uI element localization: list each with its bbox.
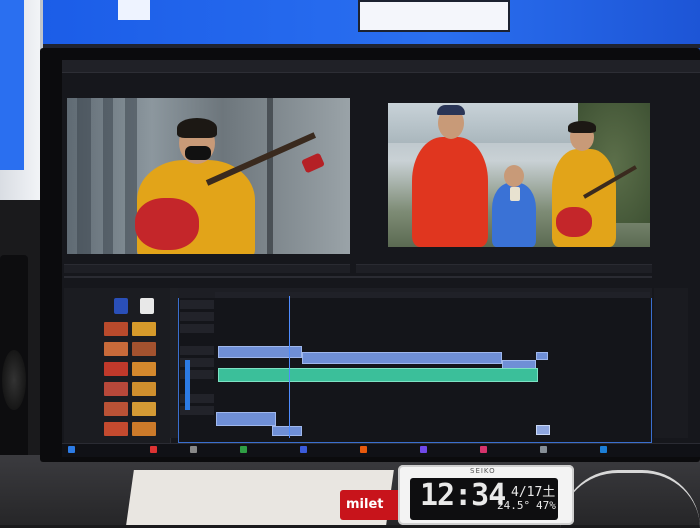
phone-prop [510, 187, 520, 201]
clip-thumbnail[interactable] [104, 342, 128, 356]
clip-marker[interactable] [536, 425, 550, 435]
clock-date: 4/17土 [511, 485, 556, 500]
track-header[interactable] [180, 346, 214, 355]
source-monitor-controls[interactable] [64, 264, 350, 273]
app-icon[interactable] [150, 446, 157, 453]
source-monitor-frame [67, 98, 350, 254]
clip-thumbnail[interactable] [104, 322, 128, 336]
premiere-file-icon[interactable] [114, 298, 128, 314]
app-icon[interactable] [360, 446, 367, 453]
playhead[interactable] [289, 296, 290, 438]
start-icon[interactable] [68, 446, 75, 453]
guitar-neck [205, 132, 317, 186]
video-clip[interactable] [302, 352, 502, 364]
guitar-body [556, 207, 592, 237]
menu-bar[interactable] [62, 60, 700, 73]
track-header[interactable] [180, 312, 214, 321]
audio-meters [654, 288, 688, 438]
panel-divider [64, 276, 652, 278]
video-clip[interactable] [536, 352, 548, 360]
face [504, 165, 524, 187]
clip-thumbnail[interactable] [132, 422, 156, 436]
building-stripe [103, 98, 113, 254]
video-clip[interactable] [216, 412, 276, 426]
clip-thumbnail[interactable] [104, 362, 128, 376]
time-ruler[interactable] [215, 292, 650, 298]
audio-file-icon[interactable] [140, 298, 154, 314]
clip-thumbnail[interactable] [104, 382, 128, 396]
red-box-logo: milet [346, 497, 384, 512]
building-stripe [267, 98, 273, 254]
video-clip[interactable] [272, 426, 302, 436]
app-icon[interactable] [600, 446, 607, 453]
hair [568, 121, 596, 133]
clock-brand: SEIKO [470, 467, 496, 475]
red-jumpsuit [412, 137, 488, 247]
program-monitor-controls[interactable] [356, 264, 652, 273]
speaker-cone [2, 350, 26, 410]
clip-thumbnail[interactable] [132, 362, 156, 376]
cap [437, 105, 465, 115]
guitar-body [135, 198, 199, 250]
track-header[interactable] [180, 324, 214, 333]
clip-thumbnail[interactable] [132, 402, 156, 416]
program-monitor-frame [388, 103, 650, 247]
clip-thumbnail[interactable] [132, 322, 156, 336]
track-header[interactable] [180, 300, 214, 309]
app-icon[interactable] [480, 446, 487, 453]
clip-thumbnail[interactable] [104, 422, 128, 436]
clip-thumbnail[interactable] [132, 382, 156, 396]
app-icon[interactable] [240, 446, 247, 453]
building-stripe [77, 98, 91, 254]
clock-humidity: 47% [536, 499, 556, 512]
audio-clip[interactable] [218, 368, 538, 382]
app-icon[interactable] [540, 446, 547, 453]
clip-thumbnail[interactable] [104, 402, 128, 416]
clock-time: 12:34 [420, 478, 506, 513]
tools-panel[interactable] [170, 288, 178, 438]
clock-temperature: 24.5° [497, 499, 531, 512]
left-monitor-screen [0, 0, 24, 170]
upper-screen-dialog [358, 0, 510, 32]
guitar-headstock [301, 152, 325, 174]
app-icon[interactable] [190, 446, 197, 453]
clip-thumbnail[interactable] [132, 342, 156, 356]
track-target-indicator[interactable] [185, 360, 190, 410]
app-icon[interactable] [420, 446, 427, 453]
app-icon[interactable] [300, 446, 307, 453]
upper-screen-window [118, 0, 150, 20]
face-mask [185, 146, 211, 160]
hair [177, 118, 217, 138]
